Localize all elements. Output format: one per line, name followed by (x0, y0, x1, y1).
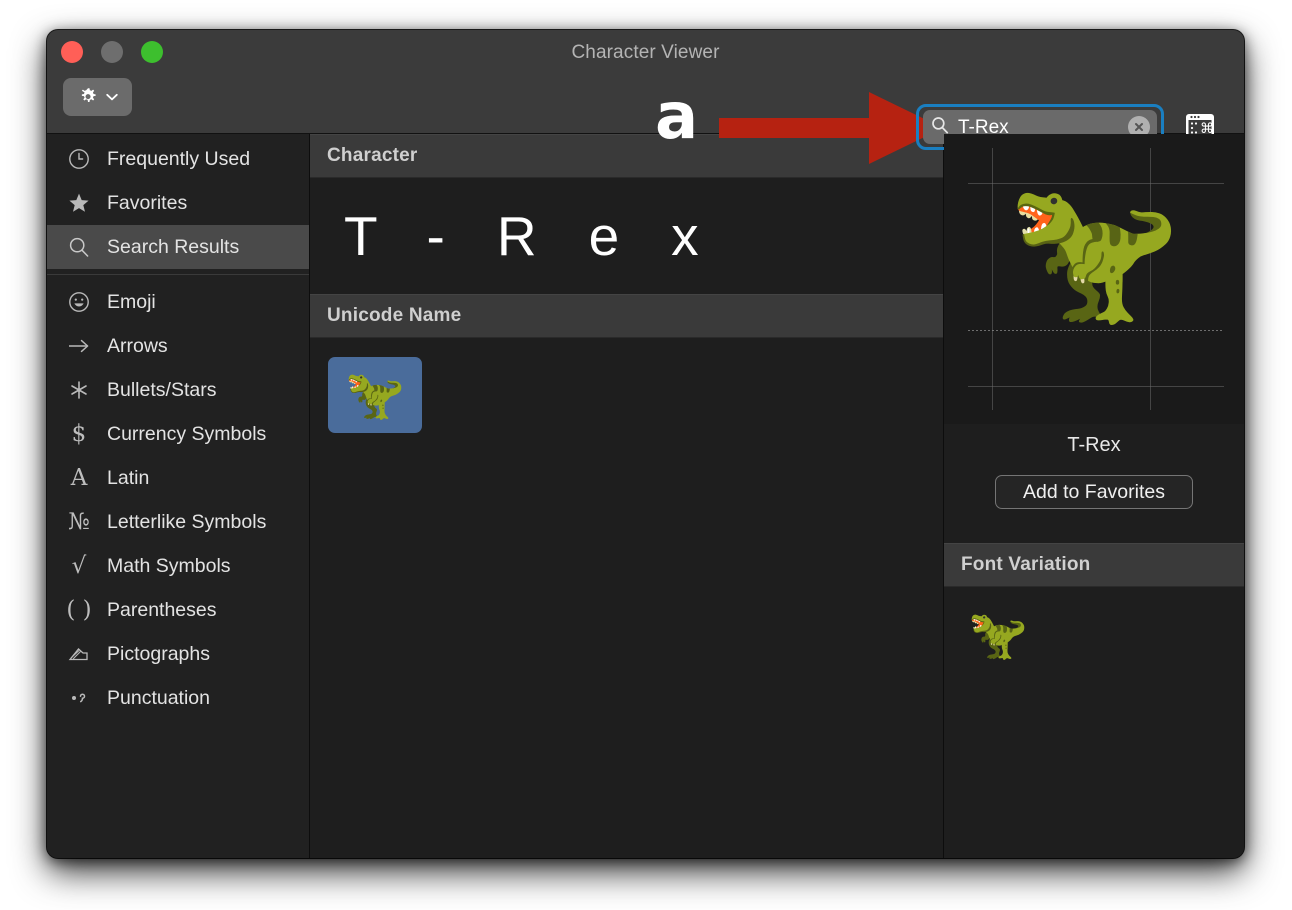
gear-icon (76, 85, 100, 109)
unicode-name-section-header: Unicode Name (310, 294, 943, 338)
search-results-grid: 🦖 (310, 338, 943, 858)
add-to-favorites-button[interactable]: Add to Favorites (995, 475, 1193, 509)
window-body: Frequently Used Favorites Search Results… (47, 134, 1244, 858)
search-icon (63, 235, 95, 259)
glyph-preview-box: 🦖 (944, 134, 1244, 424)
character-preview-text: T-Rex (310, 178, 943, 294)
letter-a-icon: A (70, 464, 88, 491)
sidebar-item-bullets-stars[interactable]: Bullets/Stars (47, 368, 309, 412)
smiley-icon (63, 290, 95, 314)
asterisk-icon (63, 378, 95, 402)
detail-pane: 🦖 T-Rex Add to Favorites Font Variation … (944, 134, 1244, 858)
star-icon (63, 191, 95, 215)
sidebar-item-arrows[interactable]: Arrows (47, 324, 309, 368)
sidebar-item-label: Arrows (107, 334, 168, 357)
glyph-grid-descender-line (968, 386, 1224, 387)
font-variation-list: 🦖 (944, 587, 1244, 858)
sidebar-item-emoji[interactable]: Emoji (47, 280, 309, 324)
search-result-cell[interactable]: 🦖 (328, 357, 422, 433)
sidebar-item-label: Frequently Used (107, 147, 251, 170)
sidebar-item-label: Parentheses (107, 598, 217, 621)
clock-icon (63, 147, 95, 171)
trex-emoji-icon: 🦖 (345, 367, 405, 423)
parentheses-icon: ( ) (66, 596, 92, 623)
sidebar: Frequently Used Favorites Search Results… (47, 134, 310, 858)
window-title: Character Viewer (571, 42, 720, 63)
font-preview-a-icon[interactable]: a (655, 85, 698, 149)
numero-icon: № (68, 508, 90, 535)
character-name-label: T-Rex (1067, 434, 1121, 456)
punctuation-icon (63, 686, 95, 710)
window-titlebar: Character Viewer a T-Rex ⌘ (47, 30, 1244, 164)
sidebar-item-pictographs[interactable]: Pictographs (47, 632, 309, 676)
sidebar-item-label: Math Symbols (107, 554, 231, 577)
sidebar-item-label: Letterlike Symbols (107, 510, 267, 533)
sidebar-item-label: Currency Symbols (107, 422, 267, 445)
chevron-down-icon (104, 89, 120, 105)
trex-emoji-variation-icon[interactable]: 🦖 (968, 607, 1028, 663)
sidebar-item-label: Emoji (107, 290, 156, 313)
sidebar-item-parentheses[interactable]: ( ) Parentheses (47, 588, 309, 632)
sidebar-item-favorites[interactable]: Favorites (47, 181, 309, 225)
main-content: Character T-Rex Unicode Name 🦖 (310, 134, 944, 858)
trex-emoji-large-icon: 🦖 (1006, 170, 1182, 333)
character-section-header: Character (310, 134, 943, 178)
arrow-right-icon (63, 334, 95, 358)
sidebar-item-punctuation[interactable]: Punctuation (47, 676, 309, 720)
dollar-icon: $ (71, 420, 87, 447)
sidebar-item-label: Search Results (107, 235, 240, 258)
radical-icon: √ (71, 552, 87, 579)
sidebar-item-math-symbols[interactable]: √ Math Symbols (47, 544, 309, 588)
sidebar-item-letterlike-symbols[interactable]: № Letterlike Symbols (47, 500, 309, 544)
sidebar-item-search-results[interactable]: Search Results (47, 225, 309, 269)
screenshot-root: Character Viewer a T-Rex ⌘ Frequently Us… (0, 0, 1292, 910)
sidebar-item-label: Favorites (107, 191, 188, 214)
sidebar-divider (47, 274, 309, 275)
sidebar-item-label: Punctuation (107, 686, 210, 709)
detail-spacer (944, 509, 1244, 543)
sidebar-item-label: Bullets/Stars (107, 378, 217, 401)
sidebar-item-label: Pictographs (107, 642, 210, 665)
sidebar-item-currency-symbols[interactable]: $ Currency Symbols (47, 412, 309, 456)
settings-gear-button[interactable] (63, 78, 132, 116)
pictograph-icon (63, 642, 95, 666)
font-variation-section-header: Font Variation (944, 543, 1244, 587)
character-viewer-window: Character Viewer a T-Rex ⌘ Frequently Us… (47, 30, 1244, 858)
sidebar-item-frequently-used[interactable]: Frequently Used (47, 137, 309, 181)
sidebar-item-latin[interactable]: A Latin (47, 456, 309, 500)
sidebar-item-label: Latin (107, 466, 150, 489)
